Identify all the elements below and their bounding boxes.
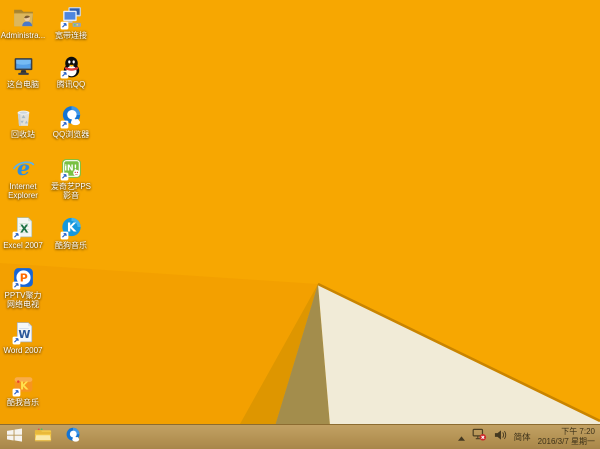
desktop-icon-label: Internet Explorer <box>8 182 38 201</box>
pptv-icon: P <box>11 265 36 290</box>
show-hidden-icons-button[interactable] <box>457 428 465 446</box>
desktop-icon-label: 回收站 <box>11 130 35 139</box>
excel-letter-glyph: X <box>20 223 29 236</box>
speaker-icon <box>494 428 507 446</box>
tray-clock[interactable]: 下午 7:20 2016/3/7 星期一 <box>538 427 595 448</box>
desktop-icon-kuwo-music[interactable]: K 酷我音乐 <box>0 372 46 407</box>
desktop-icon-label: Excel 2007 <box>3 241 43 250</box>
desktop-icon-administrator[interactable]: Administra... <box>0 5 46 40</box>
input-method-indicator[interactable]: 简体 <box>514 431 531 443</box>
desktop-icon-qq-browser[interactable]: QQ浏览器 <box>48 104 94 139</box>
qq-penguin-icon <box>59 54 84 79</box>
ie-letter-glyph: e <box>16 156 29 180</box>
file-explorer-icon <box>34 427 53 448</box>
taskbar: 简体 下午 7:20 2016/3/7 星期一 <box>0 424 600 449</box>
desktop-icon-label: 腾讯QQ <box>56 80 86 89</box>
kuwo-music-icon: K <box>11 372 36 397</box>
desktop-icon-label: 酷我音乐 <box>7 398 39 407</box>
recycle-bin-icon <box>11 104 36 129</box>
desktop-icon-kugou-music[interactable]: K 酷狗音乐 <box>48 215 94 250</box>
clock-time: 下午 7:20 <box>561 426 595 436</box>
system-tray: 简体 下午 7:20 2016/3/7 星期一 <box>457 425 600 449</box>
desktop-icon-label: 爱奇艺PPS 影音 <box>50 182 91 201</box>
kugou-music-icon: K <box>59 215 84 240</box>
shortcut-arrow-badge <box>12 336 20 345</box>
shortcut-arrow-badge <box>12 388 20 397</box>
start-button[interactable] <box>0 425 29 449</box>
kugou-letter-glyph: K <box>66 221 76 235</box>
desktop-icon-label: 宽带连接 <box>55 31 87 40</box>
desktop-icon-label: 这台电脑 <box>7 80 39 89</box>
word-document-icon: W <box>11 320 36 345</box>
desktop-icon-internet-explorer[interactable]: e Internet Explorer <box>0 156 46 201</box>
desktop-icon-label: QQ浏览器 <box>52 130 90 139</box>
desktop-icon-label: PPTV聚力 网络电视 <box>4 291 42 310</box>
chevron-up-icon <box>457 428 465 446</box>
shortcut-arrow-badge <box>60 120 68 129</box>
desktop-icon-label: Administra... <box>0 31 46 40</box>
pptv-letter-glyph: P <box>19 271 27 284</box>
network-computers-icon <box>59 5 84 30</box>
desktop-icon-broadband-connection[interactable]: 宽带连接 <box>48 5 94 40</box>
network-disconnected-icon <box>472 428 487 446</box>
clock-date: 2016/3/7 星期一 <box>537 437 595 446</box>
shortcut-arrow-badge <box>60 231 68 240</box>
internet-explorer-icon: e <box>11 156 36 181</box>
taskbar-qq-browser-button[interactable] <box>58 425 87 449</box>
desktop-icon-word-2007[interactable]: W Word 2007 <box>0 320 46 355</box>
windows-desktop: Administra... 宽带连接 这台电脑 腾讯QQ 回收站 QQ浏览器 e… <box>0 0 600 449</box>
computer-monitor-icon <box>11 54 36 79</box>
desktop-icon-pptv[interactable]: P PPTV聚力 网络电视 <box>0 265 46 310</box>
shortcut-arrow-badge <box>12 231 20 240</box>
shortcut-arrow-badge <box>12 281 20 290</box>
desktop-icon-tencent-qq[interactable]: 腾讯QQ <box>48 54 94 89</box>
iqiyi-pps-icon: iN! <box>59 156 84 181</box>
desktop-icon-recycle-bin[interactable]: 回收站 <box>0 104 46 139</box>
qq-browser-icon <box>64 426 82 449</box>
network-status-tray-button[interactable] <box>472 428 487 446</box>
desktop-icon-label: 酷狗音乐 <box>55 241 87 250</box>
taskbar-file-explorer-button[interactable] <box>29 425 58 449</box>
shortcut-arrow-badge <box>60 172 68 181</box>
desktop-icon-label: Word 2007 <box>3 346 43 355</box>
windows-logo-icon <box>7 427 22 447</box>
desktop-icon-excel-2007[interactable]: X Excel 2007 <box>0 215 46 250</box>
qq-browser-cloud-icon <box>59 104 84 129</box>
kuwo-letter-glyph: K <box>20 381 29 393</box>
shortcut-arrow-badge <box>60 70 68 79</box>
user-folder-icon <box>11 5 36 30</box>
shortcut-arrow-badge <box>60 21 68 30</box>
desktop-icon-this-pc[interactable]: 这台电脑 <box>0 54 46 89</box>
excel-document-icon: X <box>11 215 36 240</box>
desktop-icon-iqiyi-pps[interactable]: iN! 爱奇艺PPS 影音 <box>48 156 94 201</box>
volume-tray-button[interactable] <box>494 428 507 446</box>
